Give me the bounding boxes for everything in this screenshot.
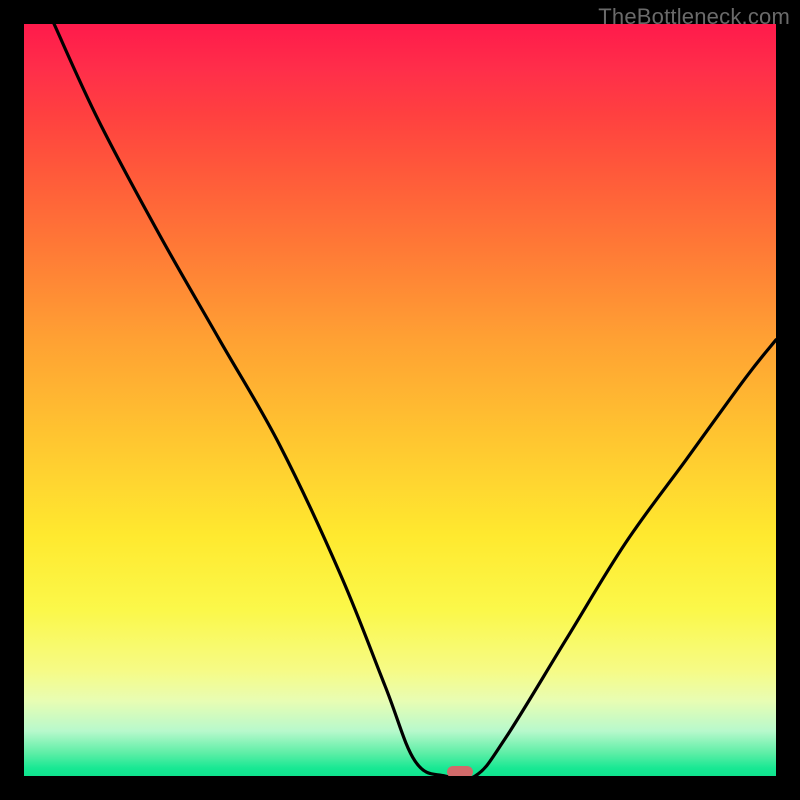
curve-path	[54, 24, 776, 776]
minimum-marker	[447, 766, 473, 776]
bottleneck-curve	[24, 24, 776, 776]
watermark-text: TheBottleneck.com	[598, 4, 790, 30]
chart-frame: TheBottleneck.com	[0, 0, 800, 800]
plot-area	[24, 24, 776, 776]
